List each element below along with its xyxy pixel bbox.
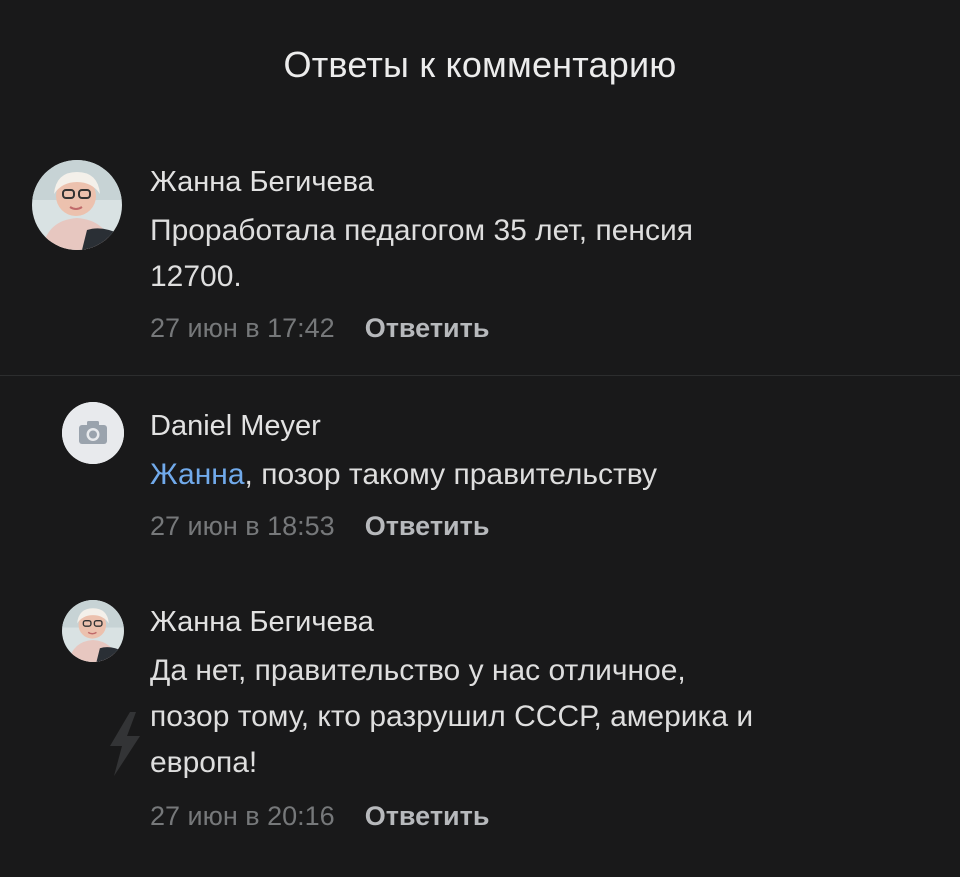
divider	[0, 375, 960, 376]
comment-text-line: 12700.	[150, 260, 242, 293]
page-title: Ответы к комментарию	[283, 44, 677, 85]
comment-meta: 27 июн в 20:16 Ответить	[150, 801, 489, 832]
reply-button[interactable]: Ответить	[365, 801, 490, 832]
comment-text-line: европа!	[150, 746, 258, 779]
avatar[interactable]	[32, 160, 122, 250]
mention-link[interactable]: Жанна	[150, 458, 245, 491]
comment-author[interactable]: Жанна Бегичева	[150, 166, 374, 199]
comment-text: Проработала педагогом 35 лет, пенсия 127…	[150, 208, 920, 300]
comment-text-line: , позор такому правительству	[244, 458, 658, 491]
lightning-bolt-icon	[110, 712, 140, 776]
comment-text-line: позор тому, кто разрушил СССР, америка и	[150, 700, 754, 733]
reply-button[interactable]: Ответить	[365, 313, 490, 344]
comment-meta: 27 июн в 17:42 Ответить	[150, 313, 489, 344]
comment-timestamp: 27 июн в 20:16	[150, 801, 335, 831]
comment-author[interactable]: Daniel Meyer	[150, 410, 321, 443]
comment-text: Да нет, правительство у нас отличное, по…	[150, 648, 920, 786]
comment-author[interactable]: Жанна Бегичева	[150, 606, 374, 639]
comment-timestamp: 27 июн в 18:53	[150, 511, 335, 541]
comment-text: Жанна, позор такому правительству	[150, 452, 920, 498]
camera-icon	[62, 402, 124, 464]
comment-text-line: Да нет, правительство у нас отличное,	[150, 654, 686, 687]
comment-text-line: Проработала педагогом 35 лет, пенсия	[150, 214, 693, 247]
avatar[interactable]	[62, 600, 124, 662]
avatar[interactable]	[62, 402, 124, 464]
reply-button[interactable]: Ответить	[365, 511, 490, 542]
comment-meta: 27 июн в 18:53 Ответить	[150, 511, 489, 542]
comment-timestamp: 27 июн в 17:42	[150, 313, 335, 343]
